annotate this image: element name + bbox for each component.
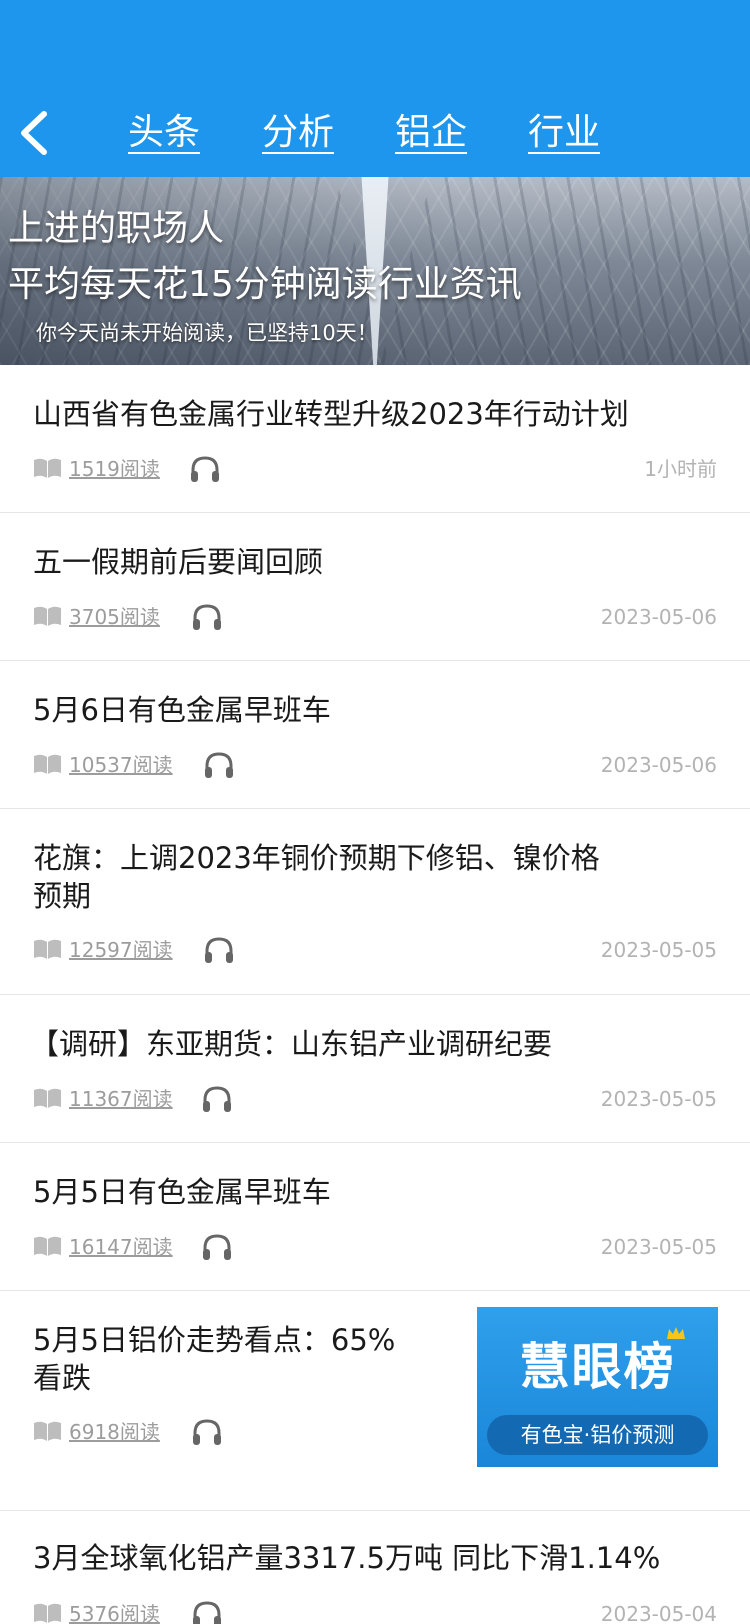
carousel-dots	[495, 1459, 530, 1467]
article-list: 山西省有色金属行业转型升级2023年行动计划 1519阅读 1小时前 五一假期前…	[0, 365, 750, 1624]
headphone-icon[interactable]	[203, 935, 235, 965]
article-title-line-1: 花旗：上调2023年铜价预期下修铝、镍价格	[33, 841, 600, 875]
read-count[interactable]: 3705阅读	[69, 604, 160, 630]
list-item[interactable]: 5月5日有色金属早班车 16147阅读 2023-05-05	[0, 1143, 750, 1291]
list-item[interactable]: 5月5日铝价走势看点：65% 看跌 6918阅读 慧眼榜 有色宝·铝价预测	[0, 1291, 750, 1511]
article-title: 5月5日有色金属早班车	[33, 1175, 331, 1209]
article-title-line-2: 预期	[33, 879, 92, 913]
book-icon	[34, 458, 61, 478]
article-meta: 3705阅读 2023-05-06	[33, 602, 717, 632]
article-title-line-1: 5月5日铝价走势看点：65%	[33, 1323, 396, 1357]
tab-industry[interactable]: 行业	[528, 108, 600, 158]
read-count[interactable]: 5376阅读	[69, 1601, 160, 1624]
reading-banner[interactable]: 上进的职场人 平均每天花15分钟阅读行业资讯 你今天尚未开始阅读，已坚持10天！	[0, 177, 750, 365]
article-meta: 6918阅读	[33, 1417, 453, 1447]
article-meta: 5376阅读 2023-05-04	[33, 1599, 717, 1624]
book-icon	[34, 1236, 61, 1256]
ad-title: 慧眼榜	[519, 1338, 676, 1396]
article-meta: 1519阅读 1小时前	[33, 454, 717, 484]
headphone-icon[interactable]	[191, 602, 223, 632]
read-count[interactable]: 12597阅读	[69, 937, 173, 963]
headphone-icon[interactable]	[191, 1599, 223, 1624]
article-title: 山西省有色金属行业转型升级2023年行动计划	[33, 397, 629, 431]
article-title: 3月全球氧化铝产量3317.5万吨 同比下滑1.14%	[33, 1541, 661, 1575]
banner-tagline: 平均每天花15分钟阅读行业资讯	[8, 264, 522, 305]
book-icon	[34, 754, 61, 774]
article-time: 2023-05-06	[600, 605, 717, 629]
list-item[interactable]: 5月6日有色金属早班车 10537阅读 2023-05-06	[0, 661, 750, 809]
tab-bar: 头条 分析 铝企 行业	[0, 108, 750, 158]
read-count[interactable]: 10537阅读	[69, 752, 173, 778]
ad-thumbnail[interactable]: 慧眼榜 有色宝·铝价预测	[477, 1307, 718, 1467]
top-bar: 头条 分析 铝企 行业	[0, 0, 750, 177]
book-icon	[34, 1088, 61, 1108]
read-count[interactable]: 6918阅读	[69, 1419, 160, 1445]
tab-analysis[interactable]: 分析	[262, 108, 334, 158]
headphone-icon[interactable]	[201, 1232, 233, 1262]
ad-subtitle: 有色宝·铝价预测	[487, 1415, 708, 1455]
read-count[interactable]: 11367阅读	[69, 1086, 173, 1112]
list-item[interactable]: 【调研】东亚期货：山东铝产业调研纪要 11367阅读 2023-05-05	[0, 995, 750, 1143]
tab-headlines[interactable]: 头条	[128, 108, 200, 158]
article-time: 1小时前	[644, 457, 717, 481]
article-time: 2023-05-06	[600, 753, 717, 777]
list-item[interactable]: 3月全球氧化铝产量3317.5万吨 同比下滑1.14% 5376阅读 2023-…	[0, 1511, 750, 1624]
read-count[interactable]: 16147阅读	[69, 1234, 173, 1260]
article-meta: 12597阅读 2023-05-05	[33, 935, 717, 965]
article-time: 2023-05-05	[600, 1235, 717, 1259]
article-time: 2023-05-05	[600, 938, 717, 962]
book-icon	[34, 939, 61, 959]
article-title: 5月6日有色金属早班车	[33, 693, 331, 727]
headphone-icon[interactable]	[189, 454, 221, 484]
list-item[interactable]: 五一假期前后要闻回顾 3705阅读 2023-05-06	[0, 513, 750, 661]
read-count[interactable]: 1519阅读	[69, 456, 160, 482]
headphone-icon[interactable]	[191, 1417, 223, 1447]
reading-streak-text: 你今天尚未开始阅读，已坚持10天！	[36, 321, 378, 345]
banner-headline: 上进的职场人	[8, 208, 225, 249]
headphone-icon[interactable]	[201, 1084, 233, 1114]
book-icon	[34, 1421, 61, 1441]
article-title: 五一假期前后要闻回顾	[33, 545, 324, 579]
book-icon	[34, 1603, 61, 1623]
article-meta: 10537阅读 2023-05-06	[33, 750, 717, 780]
article-title: 【调研】东亚期货：山东铝产业调研纪要	[30, 1027, 553, 1061]
book-icon	[34, 606, 61, 626]
list-item[interactable]: 花旗：上调2023年铜价预期下修铝、镍价格 预期 12597阅读 2023-05…	[0, 809, 750, 995]
article-title-line-2: 看跌	[33, 1361, 92, 1395]
article-meta: 16147阅读 2023-05-05	[33, 1232, 717, 1262]
article-meta: 11367阅读 2023-05-05	[33, 1084, 717, 1114]
headphone-icon[interactable]	[203, 750, 235, 780]
tab-aluminum-companies[interactable]: 铝企	[395, 108, 467, 158]
article-time: 2023-05-04	[600, 1602, 717, 1624]
list-item[interactable]: 山西省有色金属行业转型升级2023年行动计划 1519阅读 1小时前	[0, 365, 750, 513]
article-time: 2023-05-05	[600, 1087, 717, 1111]
